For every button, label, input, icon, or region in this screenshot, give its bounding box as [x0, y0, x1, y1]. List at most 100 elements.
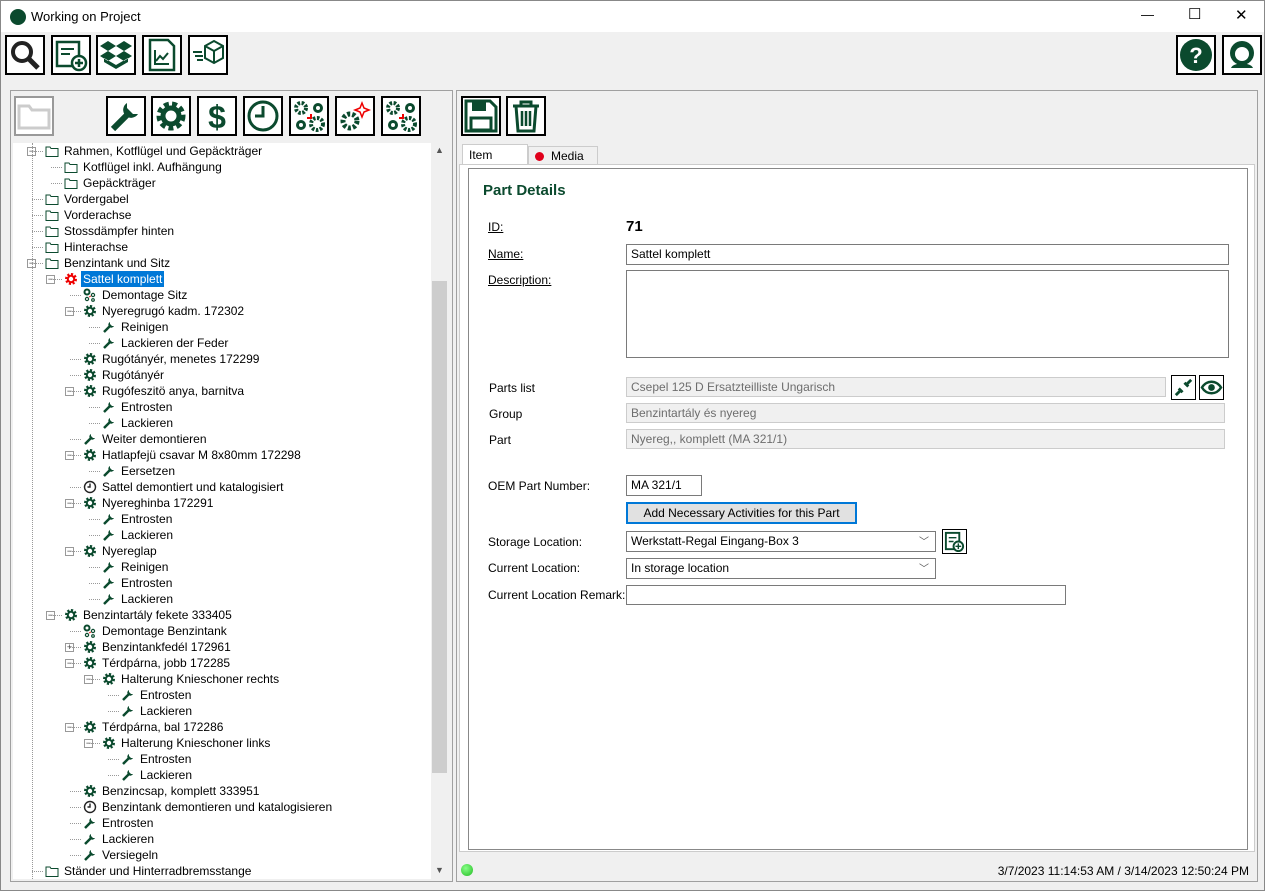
- dropbox-icon: [100, 41, 132, 69]
- add-activities-button[interactable]: Add Necessary Activities for this Part: [626, 502, 857, 524]
- link-parts-list-button[interactable]: [1171, 375, 1196, 400]
- tree-item[interactable]: − Benzintank und Sitz: [13, 255, 431, 271]
- tree-item[interactable]: − Halterung Knieschoner rechts: [13, 671, 431, 687]
- tree-item[interactable]: Ständer und Hinterradbremsstange: [13, 863, 431, 879]
- search-button[interactable]: [5, 35, 45, 75]
- tree-item-label: Benzintartály fekete 333405: [83, 608, 232, 622]
- tree-item[interactable]: Sattel demontiert und katalogisiert: [13, 479, 431, 495]
- tree-item[interactable]: Demontage Sitz: [13, 287, 431, 303]
- tree-item[interactable]: Vordergabel: [13, 191, 431, 207]
- tree-item[interactable]: − Nyereghinba 172291: [13, 495, 431, 511]
- dropbox-button[interactable]: [96, 35, 136, 75]
- scroll-down-arrow[interactable]: ▼: [435, 865, 444, 875]
- tree-item[interactable]: Lackieren der Feder: [13, 335, 431, 351]
- tree-item[interactable]: − Halterung Knieschoner links: [13, 735, 431, 751]
- storage-location-select[interactable]: Werkstatt-Regal Eingang-Box 3 ﹀: [626, 531, 936, 552]
- tree-item[interactable]: − Hatlapfejü csavar M 8x80mm 172298: [13, 447, 431, 463]
- description-textarea[interactable]: [626, 270, 1229, 358]
- oem-part-number-label: OEM Part Number:: [488, 479, 591, 493]
- name-input[interactable]: Sattel komplett: [626, 244, 1229, 265]
- minimize-button[interactable]: —: [1141, 7, 1154, 22]
- tree-item[interactable]: Rugótányér, menetes 172299: [13, 351, 431, 367]
- tree-item[interactable]: Entrosten: [13, 815, 431, 831]
- project-tree[interactable]: − Rahmen, Kotflügel und Gepäckträger Kotfl…: [13, 143, 431, 879]
- tab-item-detail[interactable]: Item Detail: [462, 144, 528, 176]
- tree-item[interactable]: + Benzintankfedél 172961: [13, 639, 431, 655]
- scroll-up-arrow[interactable]: ▲: [435, 145, 444, 155]
- tree-item[interactable]: − Rahmen, Kotflügel und Gepäckträger: [13, 143, 431, 159]
- gear-sparkle-icon: [340, 100, 372, 131]
- dollar-icon: $: [208, 99, 226, 133]
- tree-item[interactable]: Kotflügel inkl. Aufhängung: [13, 159, 431, 175]
- clock-button[interactable]: [243, 96, 283, 136]
- tree-item[interactable]: Entrosten: [13, 575, 431, 591]
- gears-link-button[interactable]: [381, 96, 421, 136]
- search-icon: [11, 41, 40, 70]
- tree-item[interactable]: Lackieren: [13, 415, 431, 431]
- tree-item[interactable]: Lackieren: [13, 703, 431, 719]
- tree-item[interactable]: − Nyeregrugó kadm. 172302: [13, 303, 431, 319]
- tree-item-label: Halterung Knieschoner rechts: [121, 672, 280, 686]
- save-button[interactable]: [461, 96, 501, 136]
- tree-item[interactable]: Vorderachse: [13, 207, 431, 223]
- gear-button[interactable]: [151, 96, 191, 136]
- tree-item[interactable]: − Sattel komplett: [13, 271, 431, 287]
- current-location-select[interactable]: In storage location ﹀: [626, 558, 936, 579]
- wrench-button[interactable]: [106, 96, 146, 136]
- tree-connector: [32, 263, 43, 264]
- tree-item[interactable]: − Rugófeszitö anya, barnitva: [13, 383, 431, 399]
- report-button[interactable]: [142, 35, 182, 75]
- tree-connector: [89, 743, 100, 744]
- tree-item[interactable]: Versiegeln: [13, 847, 431, 863]
- oem-part-number-input[interactable]: MA 321/1: [626, 475, 702, 496]
- current-location-remark-input[interactable]: [626, 585, 1066, 605]
- tab-media[interactable]: Media (0): [528, 146, 598, 177]
- tree-item[interactable]: Lackieren: [13, 591, 431, 607]
- tree-item[interactable]: Rugótányér: [13, 367, 431, 383]
- add-storage-location-button[interactable]: [942, 529, 967, 554]
- tree-item[interactable]: − Térdpárna, bal 172286: [13, 719, 431, 735]
- tree-item[interactable]: Lackieren: [13, 831, 431, 847]
- delete-button[interactable]: [506, 96, 546, 136]
- window-title: Working on Project: [31, 9, 141, 24]
- wrench-icon: [110, 103, 138, 132]
- maximize-button[interactable]: ☐: [1188, 5, 1201, 23]
- scroll-thumb[interactable]: [432, 281, 447, 773]
- support-button[interactable]: [1222, 35, 1262, 75]
- folder-button[interactable]: [14, 96, 54, 136]
- tree-item[interactable]: Stossdämpfer hinten: [13, 223, 431, 239]
- gear-icon: [83, 448, 97, 462]
- gears-connect-button[interactable]: [289, 96, 329, 136]
- tree-connector: [70, 455, 81, 456]
- tree-scrollbar[interactable]: ▲ ▼: [431, 143, 448, 879]
- name-label: Name:: [488, 247, 524, 261]
- tree-item[interactable]: Demontage Benzintank: [13, 623, 431, 639]
- tree-item[interactable]: Entrosten: [13, 751, 431, 767]
- tree-item[interactable]: Reinigen: [13, 559, 431, 575]
- dollar-button[interactable]: $: [197, 96, 237, 136]
- tree-item[interactable]: Benzintank demontieren und katalogisiere…: [13, 799, 431, 815]
- view-parts-list-button[interactable]: [1199, 375, 1224, 400]
- tree-item[interactable]: Lackieren: [13, 767, 431, 783]
- tree-item[interactable]: − Benzintartály fekete 333405: [13, 607, 431, 623]
- tree-item-label: Ständer und Hinterradbremsstange: [64, 864, 252, 878]
- tree-item[interactable]: Hinterachse: [13, 239, 431, 255]
- tree-item-label: Kotflügel inkl. Aufhängung: [83, 160, 222, 174]
- tree-item[interactable]: Entrosten: [13, 399, 431, 415]
- close-button[interactable]: ✕: [1235, 6, 1248, 24]
- tree-item[interactable]: Eersetzen: [13, 463, 431, 479]
- tree-item[interactable]: Gepäckträger: [13, 175, 431, 191]
- help-button[interactable]: ?: [1176, 35, 1216, 75]
- shipping-button[interactable]: [188, 35, 228, 75]
- tree-item[interactable]: Reinigen: [13, 319, 431, 335]
- add-document-button[interactable]: [51, 35, 91, 75]
- tree-item[interactable]: Entrosten: [13, 511, 431, 527]
- tree-item[interactable]: Lackieren: [13, 527, 431, 543]
- tree-item[interactable]: − Térdpárna, jobb 172285: [13, 655, 431, 671]
- gear-sparkle-button[interactable]: [335, 96, 375, 136]
- tree-item[interactable]: Weiter demontieren: [13, 431, 431, 447]
- tree-item[interactable]: Entrosten: [13, 687, 431, 703]
- tree-item-label: Rugótányér, menetes 172299: [102, 352, 260, 366]
- tree-item[interactable]: − Nyereglap: [13, 543, 431, 559]
- tree-item[interactable]: Benzincsap, komplett 333951: [13, 783, 431, 799]
